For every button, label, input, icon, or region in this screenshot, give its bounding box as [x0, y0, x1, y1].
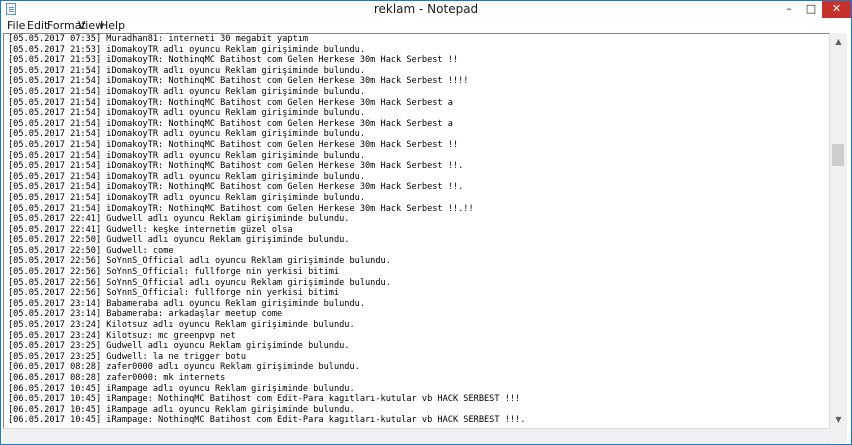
text-line: [05.05.2017 21:54] iDomakoyTR: NothinqMC…	[8, 182, 464, 193]
text-line: [05.05.2017 21:54] iDomakoyTR adlı oyunc…	[8, 65, 365, 76]
text-line: [06.05.2017 10:45] iRampage adlı oyuncu …	[8, 404, 355, 415]
menu-bar: File Edit Format View Help	[1, 18, 851, 34]
minimize-button[interactable]: –	[778, 1, 800, 18]
horizontal-scrollbar[interactable]	[3, 428, 831, 444]
scroll-thumb[interactable]	[832, 144, 844, 166]
text-line: [06.05.2017 08:28] zafer0000 adlı oyuncu…	[8, 362, 360, 373]
text-line: [06.05.2017 10:45] iRampage: NothinqMC B…	[8, 394, 521, 405]
text-line: [05.05.2017 21:54] iDomakoyTR adlı oyunc…	[8, 150, 365, 161]
text-line: [05.05.2017 21:53] iDomakoyTR adlı oyunc…	[8, 44, 365, 55]
text-line: [05.05.2017 23:24] Kilotsuz: mc greenpvp…	[8, 330, 236, 341]
maximize-button[interactable]: □	[800, 1, 822, 18]
text-line: [05.05.2017 22:56] SoYnnS_Official adlı …	[8, 256, 391, 267]
text-line: [05.05.2017 22:56] SoYnnS_Official: full…	[8, 267, 340, 278]
text-line: [05.05.2017 23:14] Babameraba adlı oyunc…	[8, 298, 365, 309]
text-line: [05.05.2017 21:54] iDomakoyTR adlı oyunc…	[8, 86, 365, 97]
notepad-window: reklam - Notepad – □ ✕ File Edit Format …	[0, 0, 852, 445]
text-line: [05.05.2017 07:35] Muradhan81: interneti…	[8, 34, 309, 44]
scrollbar-corner	[830, 428, 847, 443]
text-line: [05.05.2017 23:25] Gudwell adlı oyuncu R…	[8, 341, 350, 352]
text-line: [06.05.2017 10:45] iRampage adlı oyuncu …	[8, 383, 355, 394]
window-title: reklam - Notepad	[373, 2, 479, 16]
close-button[interactable]: ✕	[822, 1, 851, 18]
text-content: [05.05.2017 07:35] Muradhan81: interneti…	[8, 34, 525, 426]
text-line: [05.05.2017 21:54] iDomakoyTR adlı oyunc…	[8, 192, 365, 203]
text-line: [05.05.2017 22:56] SoYnnS_Official: full…	[8, 288, 340, 299]
text-line: [05.05.2017 21:54] iDomakoyTR: NothinqMC…	[8, 118, 453, 129]
text-line: [05.05.2017 22:50] Gudwell adlı oyuncu R…	[8, 235, 350, 246]
text-line: [05.05.2017 23:14] Babameraba: arkadaşla…	[8, 309, 283, 320]
text-line: [05.05.2017 21:54] iDomakoyTR: NothinqMC…	[8, 97, 453, 108]
text-line: [05.05.2017 21:54] iDomakoyTR: NothinqMC…	[8, 76, 469, 87]
menu-edit[interactable]: Edit	[27, 19, 48, 32]
text-line: [05.05.2017 21:54] iDomakoyTR adlı oyunc…	[8, 129, 365, 140]
text-line: [05.05.2017 22:50] Gudwell: come	[8, 245, 174, 256]
text-line: [05.05.2017 22:41] Gudwell adlı oyuncu R…	[8, 214, 350, 225]
scroll-up-icon[interactable]: ▲	[830, 33, 847, 50]
text-line: [06.05.2017 10:45] iRampage: NothinqMC B…	[8, 415, 526, 426]
text-line: [05.05.2017 23:25] Gudwell: la ne trigge…	[8, 351, 246, 362]
text-line: [05.05.2017 21:54] iDomakoyTR: NothinqMC…	[8, 203, 474, 214]
menu-file[interactable]: File	[7, 19, 25, 32]
text-line: [05.05.2017 22:56] SoYnnS_Official adlı …	[8, 277, 391, 288]
text-line: [05.05.2017 21:54] iDomakoyTR adlı oyunc…	[8, 108, 365, 119]
text-editor[interactable]: [05.05.2017 07:35] Muradhan81: interneti…	[3, 33, 832, 430]
text-line: [06.05.2017 08:28] zafer0000: mk interne…	[8, 373, 226, 383]
text-line: [05.05.2017 21:54] iDomakoyTR: NothinqMC…	[8, 139, 459, 150]
title-bar[interactable]: reklam - Notepad – □ ✕	[1, 1, 851, 18]
text-line: [05.05.2017 21:54] iDomakoyTR: NothinqMC…	[8, 161, 464, 172]
vertical-scrollbar[interactable]: ▲ ▼	[829, 33, 847, 428]
scroll-down-icon[interactable]: ▼	[830, 411, 847, 428]
text-line: [05.05.2017 23:24] Kilotsuz adlı oyuncu …	[8, 320, 355, 331]
menu-help[interactable]: Help	[100, 19, 125, 32]
text-line: [05.05.2017 21:54] iDomakoyTR adlı oyunc…	[8, 171, 365, 182]
text-line: [05.05.2017 21:53] iDomakoyTR: NothinqMC…	[8, 55, 459, 66]
text-line: [05.05.2017 22:41] Gudwell: keşke intern…	[8, 224, 293, 235]
